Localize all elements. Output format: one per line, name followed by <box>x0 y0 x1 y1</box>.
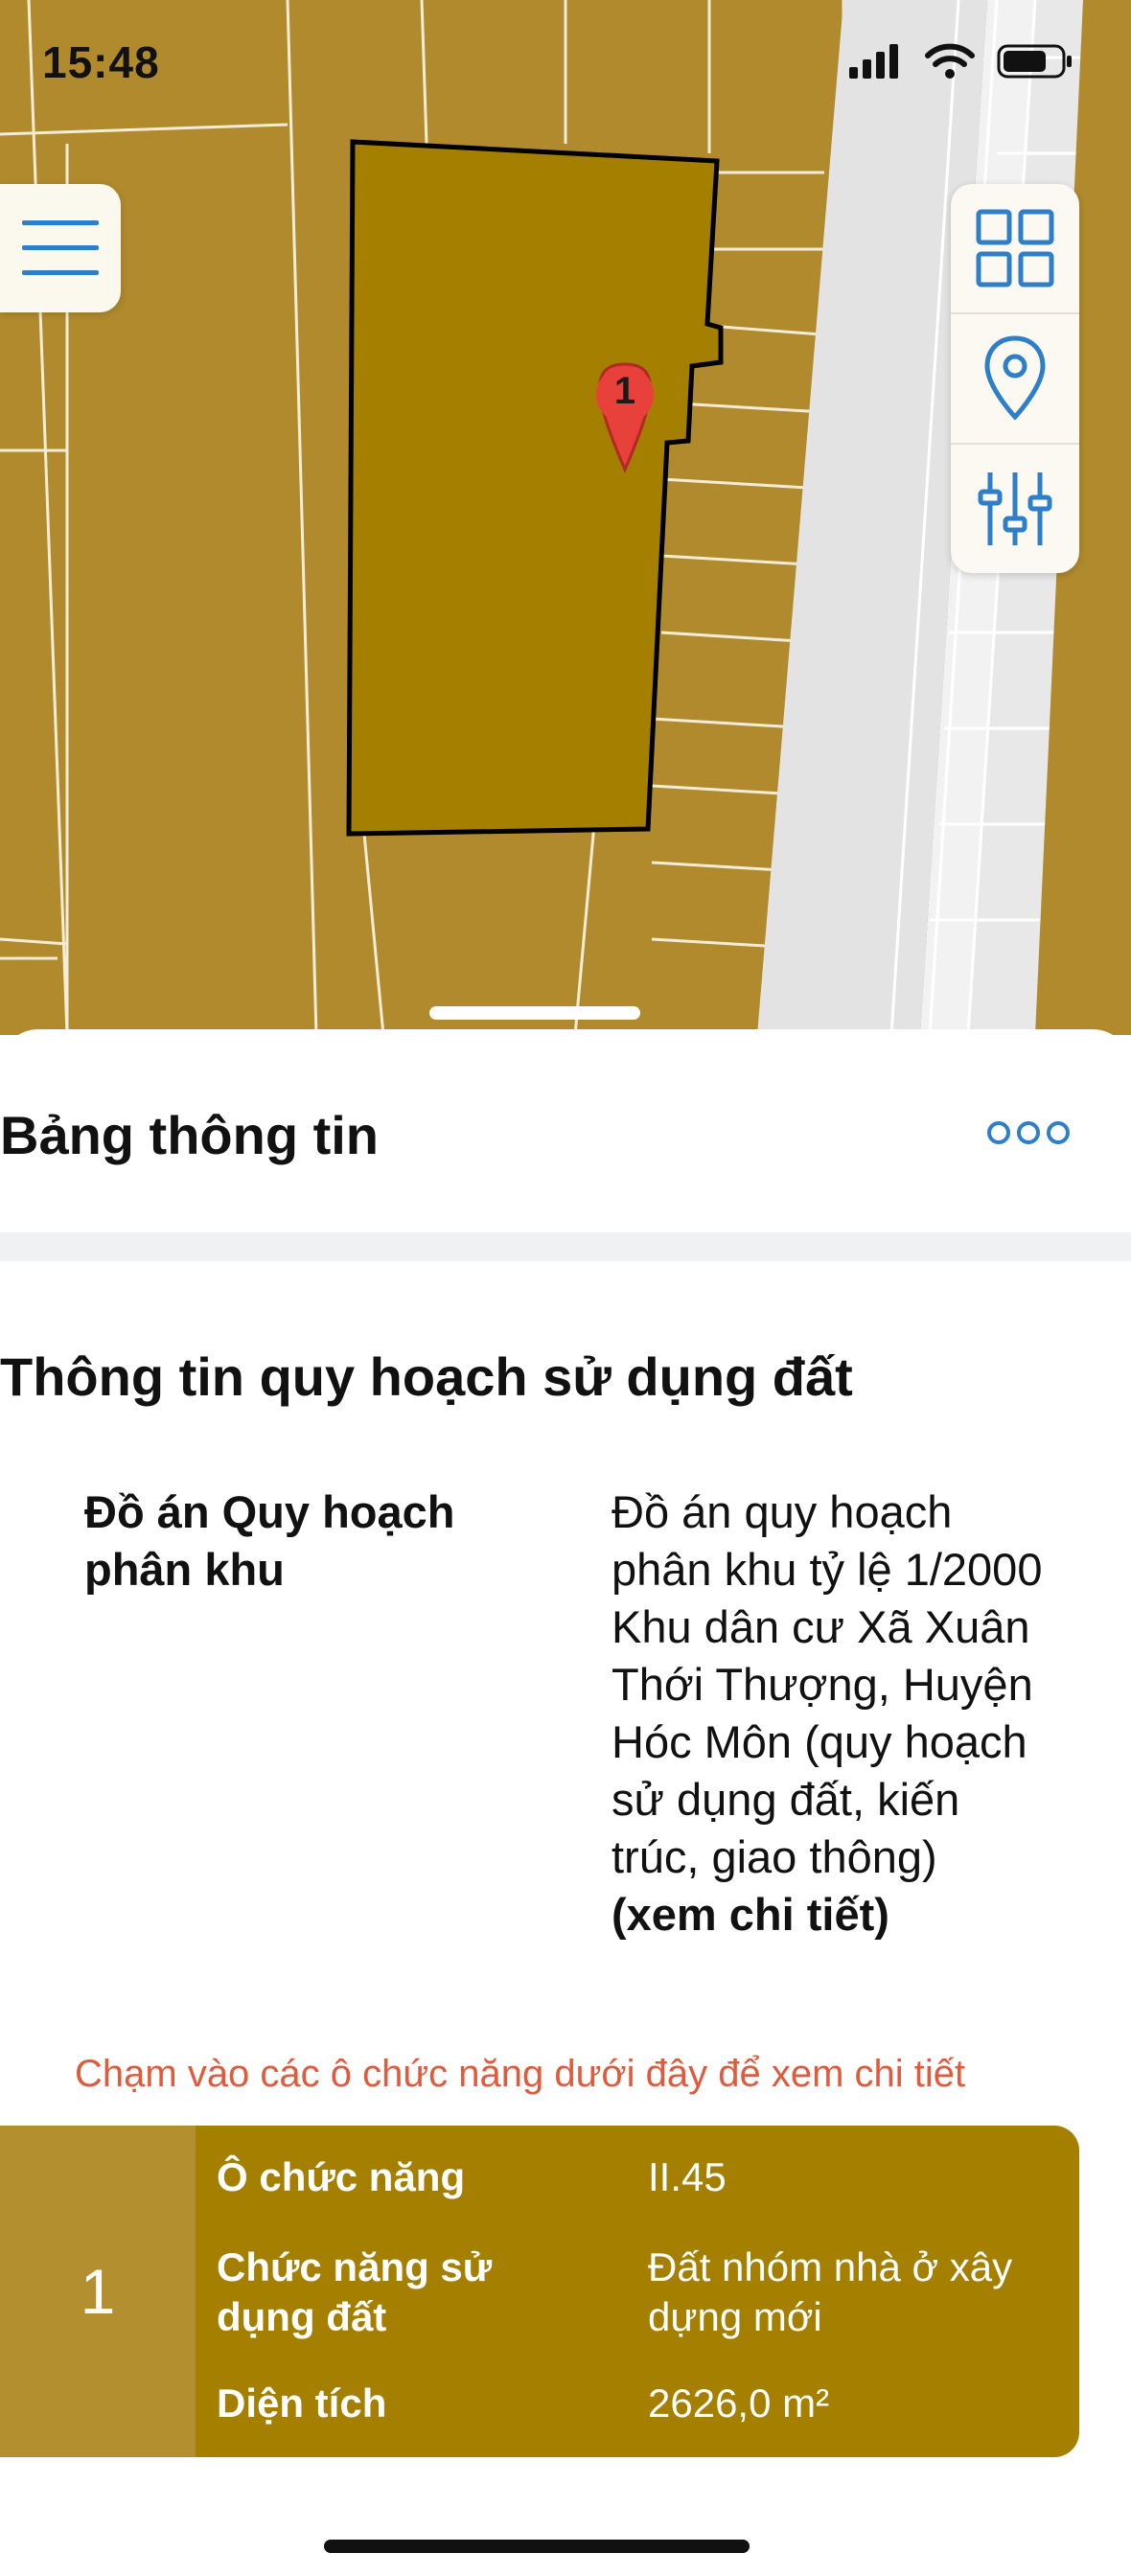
status-icons <box>847 42 1073 80</box>
sheet-drag-handle[interactable] <box>429 1006 640 1020</box>
plan-value-text: Đồ án quy hoạch phân khu tỷ lệ 1/2000 Kh… <box>612 1486 1043 1882</box>
signal-icon <box>849 44 898 79</box>
more-button[interactable] <box>985 1114 1072 1152</box>
function-row-value: Đất nhóm nhà ở xây dựng mới <box>648 2244 1013 2339</box>
info-sheet: Bảng thông tin Thông tin quy hoạch sử dụ… <box>0 1029 1131 2576</box>
plan-label: Đồ án Quy hoạch phân khu <box>84 1486 455 1595</box>
home-indicator[interactable] <box>324 2540 750 2553</box>
function-row-label: Ô chức năng <box>217 2154 466 2199</box>
sliders-icon <box>978 472 1052 545</box>
sheet-title: Bảng thông tin <box>0 1105 380 1165</box>
filter-button[interactable] <box>951 445 1079 573</box>
function-row-value: 2626,0 m² <box>648 2380 830 2426</box>
section-title: Thông tin quy hoạch sử dụng đất <box>0 1346 853 1407</box>
map-view[interactable]: 1 15:48 <box>0 0 1131 1035</box>
hint-text: Chạm vào các ô chức năng dưới đây để xem… <box>75 2053 966 2095</box>
status-time: 15:48 <box>42 37 160 87</box>
parcel-marker-label: 1 <box>613 370 636 412</box>
battery-icon <box>997 44 1072 79</box>
location-button[interactable] <box>951 314 1079 443</box>
more-dots-icon <box>987 1121 1070 1144</box>
function-row-label: Diện tích <box>217 2380 387 2426</box>
wifi-icon <box>925 43 975 79</box>
function-row-value: II.45 <box>648 2154 727 2199</box>
menu-button[interactable] <box>0 184 121 312</box>
plan-value: Đồ án quy hoạch phân khu tỷ lệ 1/2000 Kh… <box>612 1484 1052 1944</box>
plan-detail-link[interactable]: (xem chi tiết) <box>612 1886 1052 1944</box>
function-index: 1 <box>0 2126 196 2457</box>
function-row-label: Chức năng sử dụng đất <box>217 2244 493 2339</box>
location-pin-icon <box>984 335 1046 421</box>
hamburger-icon <box>22 220 99 275</box>
function-card[interactable]: 1 Ô chức năng II.45 Chức năng sử dụng đấ… <box>0 2126 1079 2457</box>
grid-icon <box>976 209 1054 288</box>
layers-button[interactable] <box>951 184 1079 312</box>
map-tools-panel <box>951 184 1079 573</box>
divider <box>0 1232 1131 1261</box>
sheet-header: Bảng thông tin <box>0 1029 1131 1232</box>
